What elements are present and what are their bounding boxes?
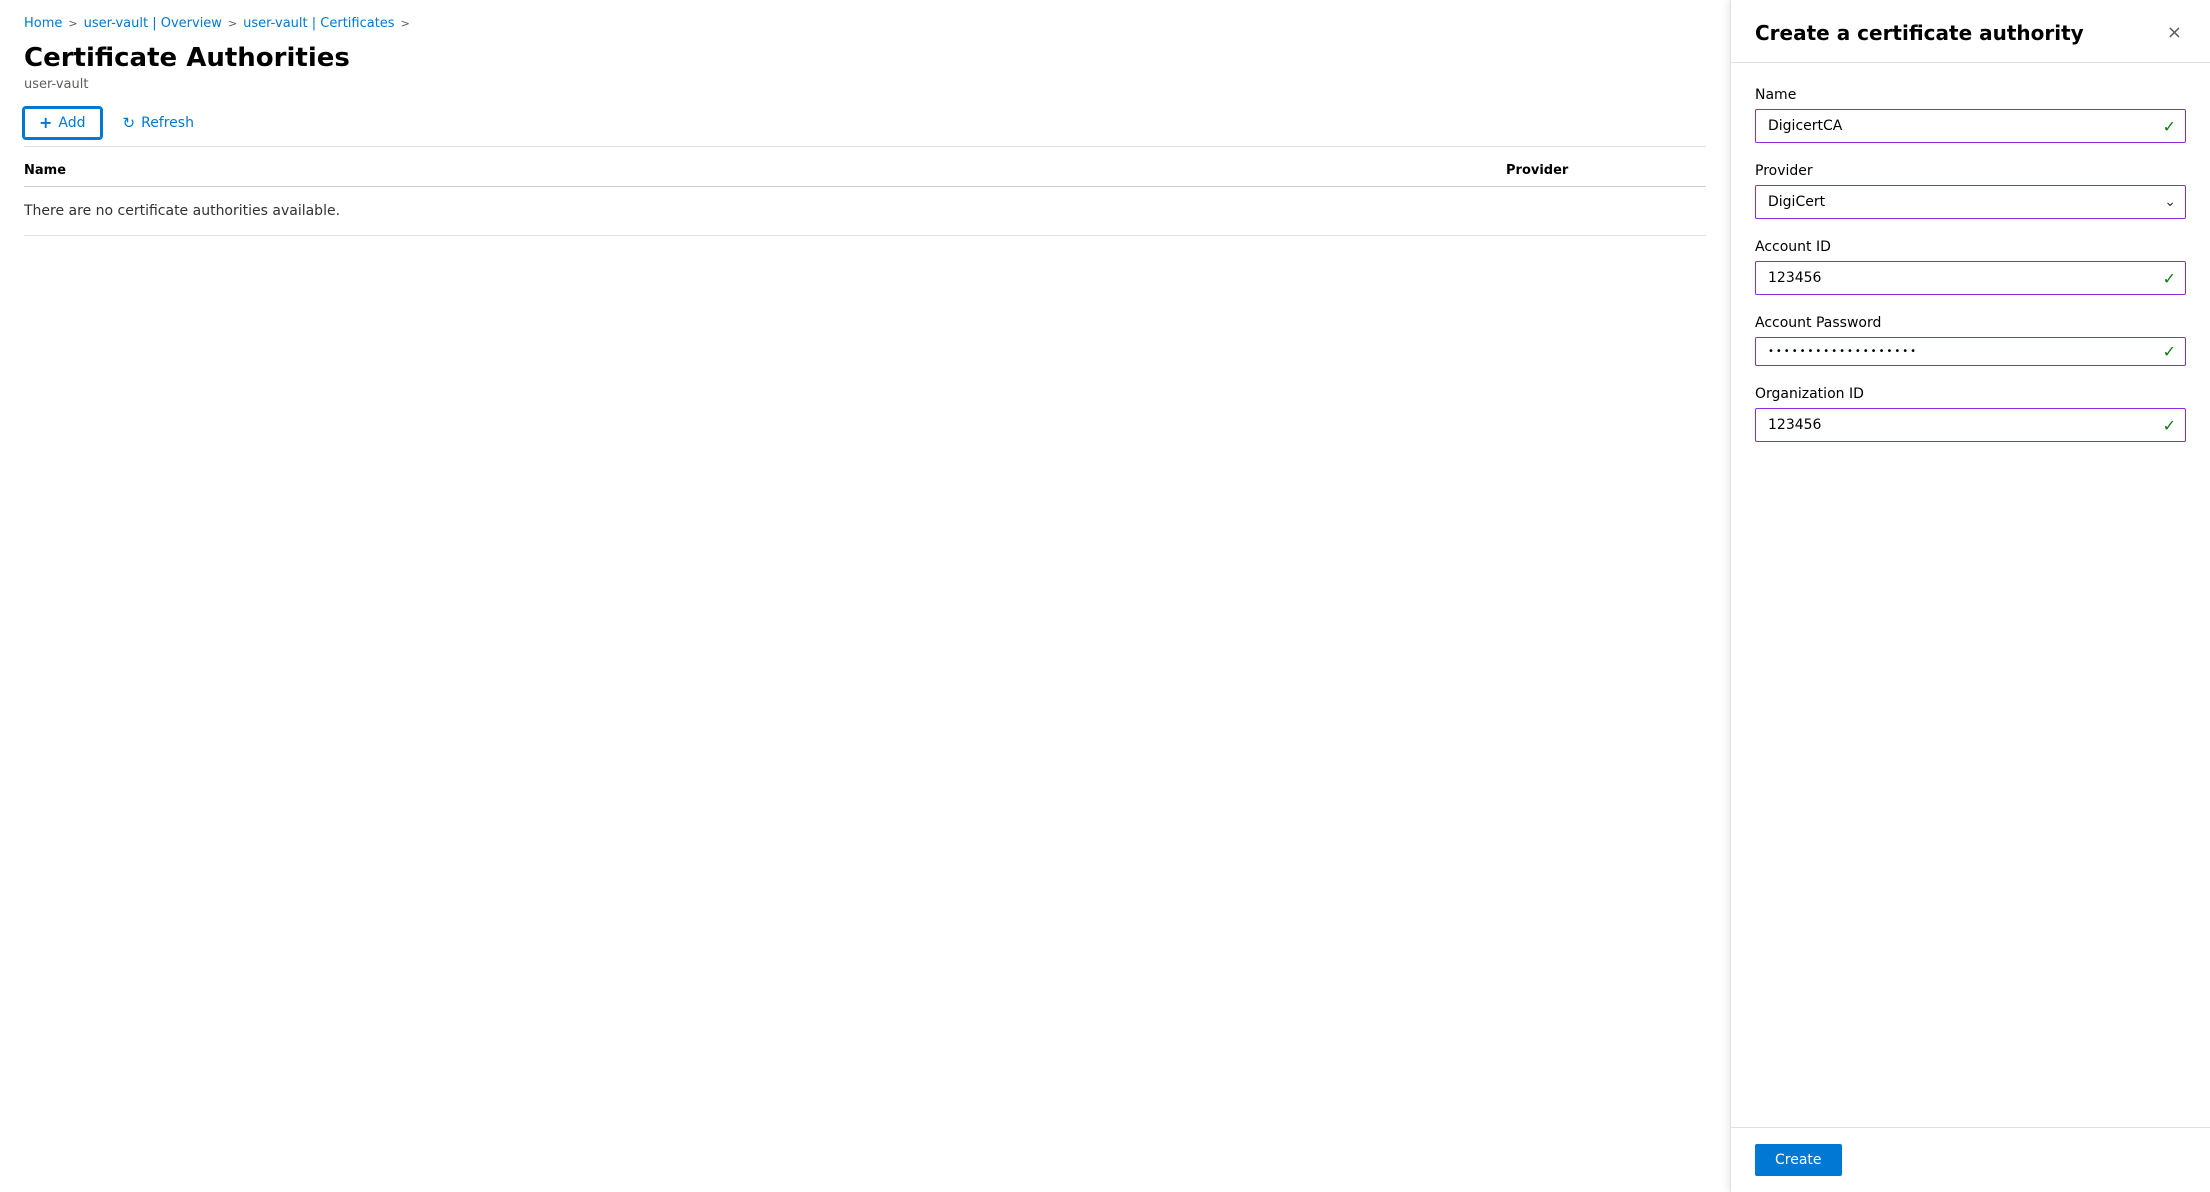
panel-footer: Create bbox=[1731, 1127, 2210, 1192]
account-password-input[interactable] bbox=[1755, 337, 2186, 366]
breadcrumb-sep-3: > bbox=[401, 17, 410, 30]
provider-label: Provider bbox=[1755, 163, 2186, 179]
breadcrumb-sep-1: > bbox=[68, 17, 77, 30]
account-id-field-group: Account ID ✓ bbox=[1755, 239, 2186, 295]
account-id-input[interactable] bbox=[1755, 261, 2186, 295]
create-button[interactable]: Create bbox=[1755, 1144, 1842, 1176]
name-input-wrapper: ✓ bbox=[1755, 109, 2186, 143]
organization-id-field-group: Organization ID ✓ bbox=[1755, 386, 2186, 442]
panel-close-button[interactable]: × bbox=[2163, 20, 2186, 46]
account-password-input-wrapper: ✓ bbox=[1755, 337, 2186, 366]
refresh-icon: ↻ bbox=[123, 114, 136, 132]
account-password-label: Account Password bbox=[1755, 315, 2186, 331]
col-name-header: Name bbox=[24, 163, 1506, 178]
breadcrumb-overview[interactable]: user-vault | Overview bbox=[84, 16, 222, 31]
organization-id-input-wrapper: ✓ bbox=[1755, 408, 2186, 442]
panel-header: Create a certificate authority × bbox=[1731, 0, 2210, 63]
name-input[interactable] bbox=[1755, 109, 2186, 143]
col-provider-header: Provider bbox=[1506, 163, 1706, 178]
table-empty-message: There are no certificate authorities ava… bbox=[24, 187, 1706, 236]
page-subtitle: user-vault bbox=[24, 77, 1706, 92]
panel-title: Create a certificate authority bbox=[1755, 21, 2084, 45]
add-button[interactable]: + Add bbox=[24, 108, 101, 138]
refresh-button-label: Refresh bbox=[141, 115, 194, 131]
refresh-button[interactable]: ↻ Refresh bbox=[109, 108, 208, 138]
breadcrumb-certificates[interactable]: user-vault | Certificates bbox=[243, 16, 394, 31]
panel-body: Name ✓ Provider DigiCert GlobalSign ⌄ Ac… bbox=[1731, 63, 2210, 1127]
name-field-group: Name ✓ bbox=[1755, 87, 2186, 143]
toolbar: + Add ↻ Refresh bbox=[24, 108, 1706, 147]
side-panel: Create a certificate authority × Name ✓ … bbox=[1730, 0, 2210, 1192]
organization-id-label: Organization ID bbox=[1755, 386, 2186, 402]
breadcrumb: Home > user-vault | Overview > user-vaul… bbox=[24, 16, 1706, 31]
breadcrumb-home[interactable]: Home bbox=[24, 16, 62, 31]
provider-select-wrapper: DigiCert GlobalSign ⌄ bbox=[1755, 185, 2186, 219]
page-title: Certificate Authorities bbox=[24, 43, 1706, 73]
provider-field-group: Provider DigiCert GlobalSign ⌄ bbox=[1755, 163, 2186, 219]
account-id-input-wrapper: ✓ bbox=[1755, 261, 2186, 295]
main-content: Home > user-vault | Overview > user-vaul… bbox=[0, 0, 1730, 1192]
table-header: Name Provider bbox=[24, 155, 1706, 187]
add-button-label: Add bbox=[58, 115, 85, 131]
organization-id-input[interactable] bbox=[1755, 408, 2186, 442]
plus-icon: + bbox=[39, 115, 52, 131]
account-password-field-group: Account Password ✓ bbox=[1755, 315, 2186, 366]
account-id-label: Account ID bbox=[1755, 239, 2186, 255]
table-area: Name Provider There are no certificate a… bbox=[24, 155, 1706, 236]
breadcrumb-sep-2: > bbox=[228, 17, 237, 30]
provider-select[interactable]: DigiCert GlobalSign bbox=[1755, 185, 2186, 219]
name-label: Name bbox=[1755, 87, 2186, 103]
